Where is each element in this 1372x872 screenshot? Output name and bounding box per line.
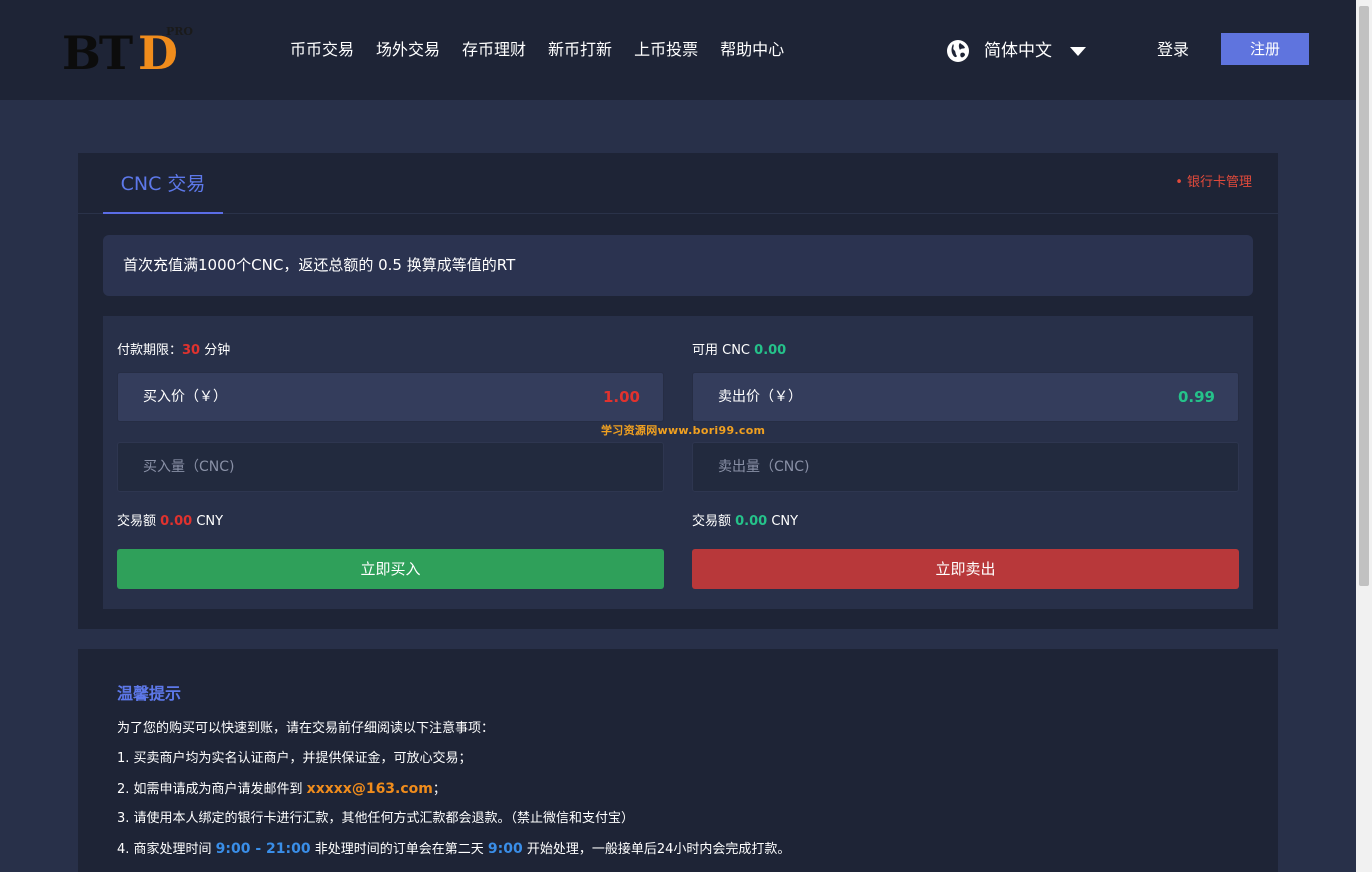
tips-item-3: 3. 请使用本人绑定的银行卡进行汇款，其他任何方式汇款都会退款。（禁止微信和支付…: [117, 811, 635, 826]
logo-pro-text: PRO: [166, 25, 193, 38]
site-watermark: 学习资源网www.bori99.com: [601, 424, 766, 437]
tips-intro: 为了您的购买可以快速到账，请在交易前仔细阅读以下注意事项：: [117, 721, 495, 736]
tips-item-4-end: 开始处理，一般接单后24小时内会完成打款。: [522, 842, 791, 857]
trade-panel: 付款期限：30 分钟 买入价（￥） 1.00 交易额 0.00 CNY 立即买入…: [103, 316, 1253, 609]
sell-quantity-input[interactable]: [692, 442, 1239, 492]
available-balance: 可用 CNC 0.00: [692, 342, 786, 360]
tips-item-4-mid: 非处理时间的订单会在第二天: [310, 842, 488, 857]
language-selector[interactable]: 简体中文: [946, 38, 1086, 64]
tips-card: 温馨提示 为了您的购买可以快速到账，请在交易前仔细阅读以下注意事项： 1. 买卖…: [78, 649, 1278, 872]
sell-amount-unit: CNY: [767, 514, 799, 529]
deadline-unit: 分钟: [200, 343, 231, 358]
available-value: 0.00: [754, 343, 787, 358]
buy-now-button[interactable]: 立即买入: [117, 549, 664, 589]
nav-coin-trade[interactable]: 币币交易: [290, 38, 354, 62]
main-nav: 币币交易 场外交易 存币理财 新币打新 上币投票 帮助中心: [290, 38, 784, 62]
nav-otc-trade[interactable]: 场外交易: [376, 38, 440, 62]
tab-bar: CNC 交易 • 银行卡管理: [78, 153, 1278, 214]
processing-hours: 9:00 - 21:00: [215, 841, 311, 857]
buy-column: 付款期限：30 分钟 买入价（￥） 1.00 交易额 0.00 CNY 立即买入: [117, 316, 664, 609]
nav-help-center[interactable]: 帮助中心: [720, 38, 784, 62]
tips-title: 温馨提示: [117, 684, 182, 703]
tips-item-2: 2. 如需申请成为商户请发邮件到 xxxxx@163.com；: [117, 779, 446, 800]
tips-item-4-text: 4. 商家处理时间: [117, 842, 216, 857]
chevron-down-icon: [1070, 46, 1086, 56]
sell-price-value: 0.99: [1177, 388, 1215, 406]
sell-now-button[interactable]: 立即卖出: [692, 549, 1239, 589]
payment-deadline: 付款期限：30 分钟: [117, 342, 230, 360]
nav-savings[interactable]: 存币理财: [462, 38, 526, 62]
tips-item-2-text: 2. 如需申请成为商户请发邮件到: [117, 782, 307, 797]
language-label: 简体中文: [984, 41, 1052, 61]
nav-listing-vote[interactable]: 上币投票: [634, 38, 698, 62]
deadline-value: 30: [182, 343, 201, 358]
sell-amount-label: 交易额: [692, 514, 736, 529]
trade-card: CNC 交易 • 银行卡管理 首次充值满1000个CNC，返还总额的 0.5 换…: [78, 153, 1278, 629]
available-label: 可用 CNC: [692, 343, 755, 358]
buy-amount-label: 交易额: [117, 514, 161, 529]
sell-price-box: 卖出价（￥） 0.99: [692, 372, 1239, 422]
deadline-label: 付款期限：: [117, 343, 183, 358]
buy-price-value: 1.00: [602, 388, 640, 406]
logo-bt-text: BT: [62, 26, 133, 80]
buy-price-box: 买入价（￥） 1.00: [117, 372, 664, 422]
buy-quantity-input[interactable]: [117, 442, 664, 492]
top-header: BT D PRO 币币交易 场外交易 存币理财 新币打新 上币投票 帮助中心 简…: [0, 0, 1356, 100]
nav-new-coin[interactable]: 新币打新: [548, 38, 612, 62]
buy-amount-value: 0.00: [160, 514, 193, 529]
merchant-email: xxxxx@163.com: [306, 781, 433, 797]
tips-item-1: 1. 买卖商户均为实名认证商户，并提供保证金，可放心交易；: [117, 751, 472, 766]
globe-icon: [947, 40, 969, 62]
tips-item-2-end: ；: [432, 782, 446, 797]
login-link[interactable]: 登录: [1157, 38, 1189, 62]
tips-item-4: 4. 商家处理时间 9:00 - 21:00 非处理时间的订单会在第二天 9:0…: [117, 839, 790, 860]
sell-amount-value: 0.00: [735, 514, 768, 529]
btd-logo[interactable]: BT D PRO: [62, 25, 193, 80]
bank-card-management-link[interactable]: • 银行卡管理: [1175, 173, 1252, 193]
sell-column: 可用 CNC 0.00 卖出价（￥） 0.99 交易额 0.00 CNY 立即卖…: [692, 316, 1239, 609]
tab-cnc-trade[interactable]: CNC 交易: [103, 153, 223, 214]
sell-price-label: 卖出价（￥）: [718, 389, 802, 405]
processing-start: 9:00: [487, 841, 523, 857]
page-scrollbar[interactable]: [1356, 0, 1372, 872]
buy-amount: 交易额 0.00 CNY: [117, 513, 223, 531]
scrollbar-thumb[interactable]: [1359, 6, 1369, 586]
sell-amount: 交易额 0.00 CNY: [692, 513, 798, 531]
promo-notice: 首次充值满1000个CNC，返还总额的 0.5 换算成等值的RT: [103, 235, 1253, 296]
buy-amount-unit: CNY: [192, 514, 224, 529]
register-button[interactable]: 注册: [1221, 33, 1309, 65]
buy-price-label: 买入价（￥）: [143, 389, 227, 405]
